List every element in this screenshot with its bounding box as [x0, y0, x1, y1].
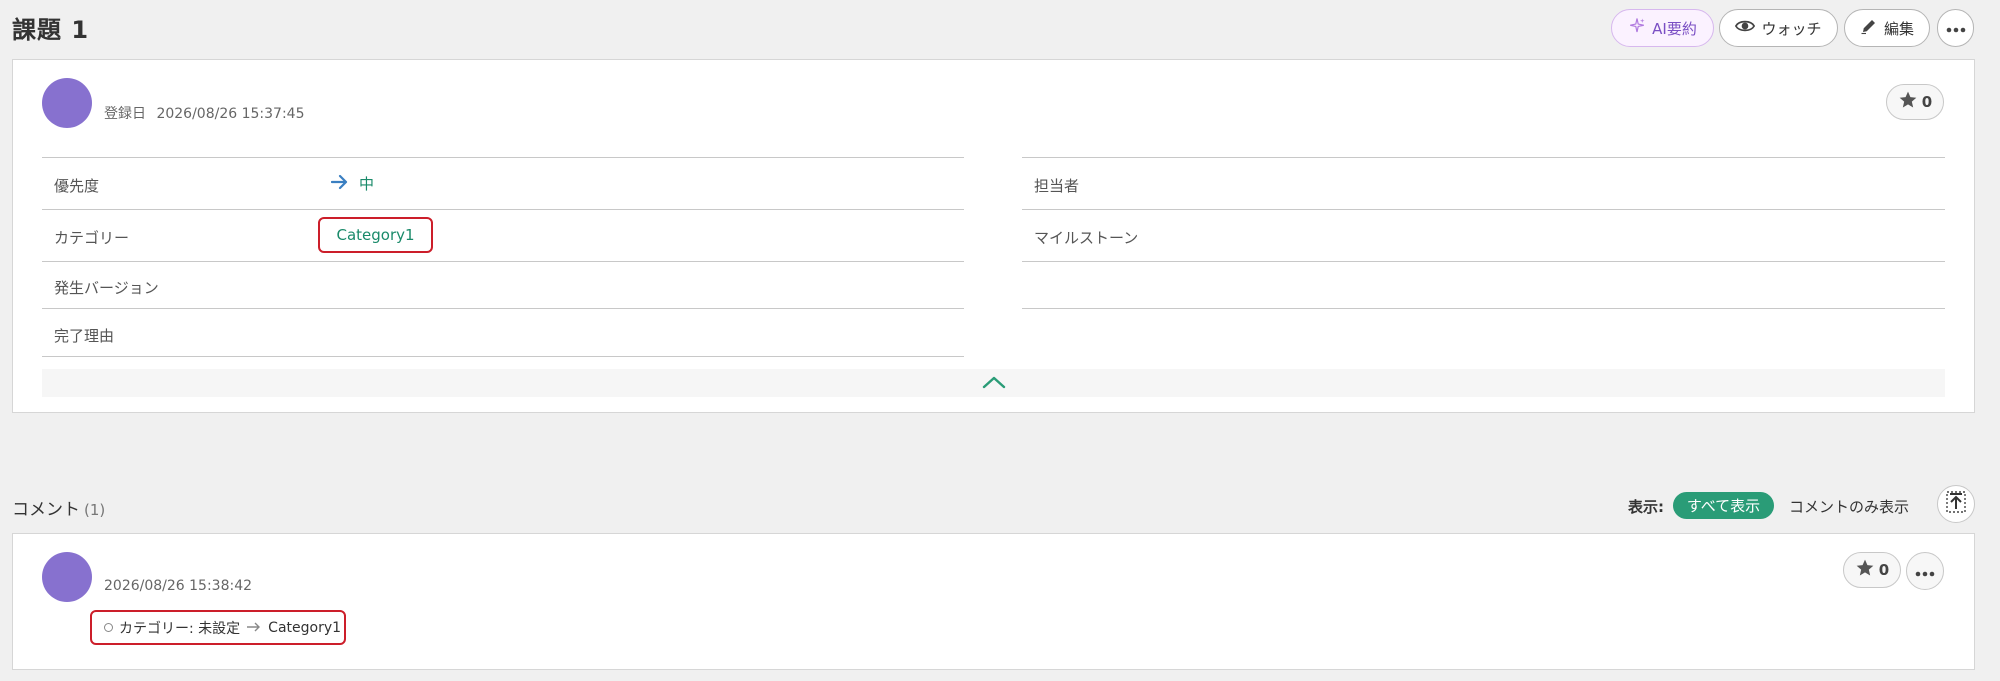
comment-star-count: 0 [1878, 561, 1890, 579]
avatar[interactable] [42, 552, 92, 602]
divider [1022, 157, 1945, 158]
comment-card [12, 533, 1975, 670]
priority-text: 中 [359, 175, 375, 193]
page-title: 課題 1 [12, 16, 90, 44]
star-button[interactable]: 0 [1886, 84, 1944, 120]
comment-star-button[interactable]: 0 [1843, 552, 1901, 588]
collapse-toggle[interactable] [42, 369, 1945, 397]
assignee-label: 担当者 [1034, 177, 1080, 195]
scroll-to-top-button[interactable] [1937, 485, 1975, 523]
pencil-icon [1860, 17, 1878, 39]
watch-label: ウォッチ [1761, 19, 1822, 38]
ai-summary-label: AI要約 [1652, 19, 1697, 38]
avatar[interactable] [42, 78, 92, 128]
category-label: カテゴリー [54, 229, 130, 247]
edit-button[interactable]: 編集 [1844, 9, 1930, 47]
category-value[interactable]: Category1 [336, 226, 414, 244]
version-label: 発生バージョン [54, 279, 159, 297]
milestone-label: マイルストーン [1034, 229, 1139, 247]
divider [42, 261, 964, 262]
change-text: カテゴリー: 未設定 [119, 620, 241, 637]
priority-value: 中 [330, 173, 375, 194]
chevron-up-icon [982, 374, 1006, 393]
more-options-button[interactable] [1937, 9, 1974, 47]
watch-button[interactable]: ウォッチ [1719, 9, 1838, 47]
more-horizontal-icon [1915, 562, 1935, 581]
comment-more-button[interactable] [1906, 552, 1944, 590]
divider [42, 308, 964, 309]
resolution-label: 完了理由 [54, 327, 115, 345]
bullet-icon [104, 623, 113, 632]
divider [42, 356, 964, 357]
comments-count: (1) [84, 501, 106, 519]
arrow-right-icon [330, 174, 349, 194]
star-count: 0 [1921, 93, 1933, 111]
comment-timestamp: 2026/08/26 15:38:42 [104, 578, 253, 594]
filter-comments-only-button[interactable]: コメントのみ表示 [1789, 496, 1909, 517]
registered-timestamp: 2026/08/26 15:37:45 [156, 106, 305, 122]
issue-detail-card [12, 59, 1975, 413]
display-filter-label: 表示: [1628, 498, 1664, 516]
eye-icon [1735, 18, 1756, 38]
comments-title: コメント (1) [12, 495, 105, 520]
star-icon [1898, 90, 1918, 114]
category-value-highlight: Category1 [318, 217, 433, 253]
registered-label: 登録日 [104, 106, 146, 122]
scroll-to-top-icon [1945, 490, 1967, 518]
ai-summary-button[interactable]: AI要約 [1611, 9, 1714, 47]
change-to: Category1 [268, 619, 342, 636]
comments-heading: コメント [12, 500, 80, 520]
divider [42, 209, 964, 210]
divider [1022, 209, 1945, 210]
arrow-right-icon [246, 620, 262, 636]
registered-date: 登録日 2026/08/26 15:37:45 [104, 103, 304, 123]
filter-all-button[interactable]: すべて表示 [1673, 492, 1774, 519]
sparkle-icon [1628, 17, 1646, 39]
more-horizontal-icon [1946, 19, 1966, 37]
divider [42, 157, 964, 158]
priority-label: 優先度 [54, 177, 100, 195]
change-log-highlight: カテゴリー: 未設定 Category1 [90, 610, 346, 645]
edit-label: 編集 [1883, 19, 1914, 38]
divider [1022, 308, 1945, 309]
star-icon [1855, 558, 1875, 582]
divider [1022, 261, 1945, 262]
